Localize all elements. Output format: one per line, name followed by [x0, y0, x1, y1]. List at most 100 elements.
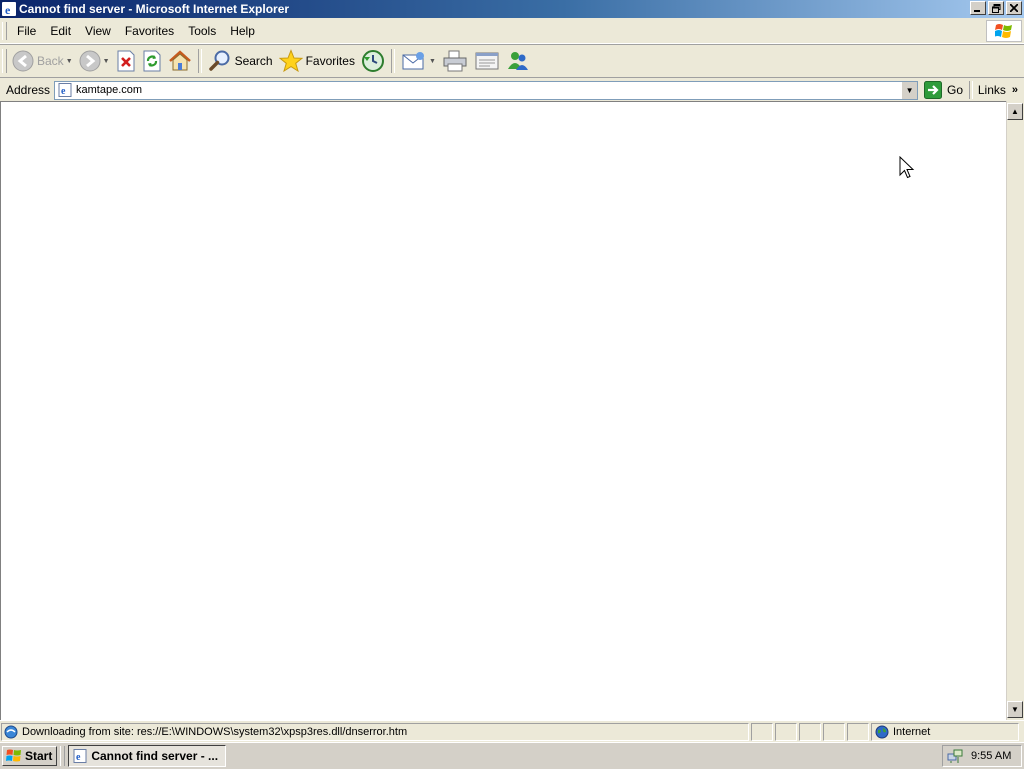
links-toolbar[interactable]: Links » — [968, 81, 1018, 99]
back-arrow-icon — [12, 50, 34, 72]
status-pane-progress — [751, 723, 773, 741]
stop-icon — [117, 50, 135, 72]
menu-tools[interactable]: Tools — [181, 20, 223, 42]
status-pane-security — [775, 723, 797, 741]
back-button[interactable]: Back ▼ — [9, 47, 76, 75]
edit-button[interactable] — [471, 47, 503, 75]
media-history-button[interactable] — [358, 47, 388, 75]
status-bar: Downloading from site: res://E:\WINDOWS\… — [0, 720, 1024, 743]
system-tray: 9:55 AM — [942, 745, 1022, 767]
mouse-cursor-icon — [899, 156, 915, 179]
security-zone-label: Internet — [893, 726, 931, 738]
svg-text:e: e — [76, 752, 81, 763]
ie-page-icon: e — [58, 83, 72, 97]
links-label: Links — [977, 83, 1006, 97]
restore-icon — [991, 3, 1000, 13]
status-text-pane: Downloading from site: res://E:\WINDOWS\… — [1, 723, 749, 741]
history-icon — [361, 50, 384, 72]
messenger-people-icon — [507, 52, 528, 70]
title-bar[interactable]: e Cannot find server - Microsoft Interne… — [0, 0, 1024, 18]
menu-bar: File Edit View Favorites Tools Help — [0, 19, 1024, 44]
links-separator — [968, 81, 973, 99]
svg-text:e: e — [61, 86, 66, 97]
go-arrow-icon — [924, 81, 943, 99]
address-input[interactable] — [76, 84, 897, 96]
mail-button[interactable]: ▼ — [398, 47, 439, 75]
search-label: Search — [234, 54, 273, 68]
toolbar-separator — [197, 49, 202, 73]
menu-grip[interactable] — [2, 22, 7, 40]
home-button[interactable] — [165, 47, 195, 75]
status-text: Downloading from site: res://E:\WINDOWS\… — [22, 726, 408, 738]
menu-help[interactable]: Help — [223, 20, 262, 42]
taskbar-window-label: Cannot find server - ... — [91, 749, 219, 763]
forward-dropdown-icon[interactable]: ▼ — [103, 58, 110, 65]
menu-file[interactable]: File — [10, 20, 43, 42]
internet-explorer-icon: e — [2, 2, 16, 16]
taskbar-grip[interactable] — [60, 746, 66, 766]
address-dropdown-button[interactable]: ▼ — [901, 81, 918, 99]
taskbar-window-button[interactable]: e Cannot find server - ... — [68, 745, 227, 767]
toolbar-grip[interactable] — [2, 49, 7, 73]
messenger-button[interactable] — [503, 47, 533, 75]
address-label: Address — [6, 83, 51, 97]
print-button[interactable] — [439, 47, 471, 75]
svg-text:e: e — [5, 3, 11, 16]
forward-arrow-icon — [79, 50, 101, 72]
windows-flag-icon — [6, 749, 21, 762]
toolbar-separator — [390, 49, 395, 73]
network-icon[interactable] — [947, 748, 963, 764]
scroll-up-button[interactable]: ▲ — [1007, 103, 1023, 120]
forward-button[interactable]: ▼ — [76, 47, 113, 75]
favorites-button[interactable]: Favorites — [276, 47, 358, 75]
back-label: Back — [37, 54, 64, 68]
arrow-up-icon: ▲ — [1011, 107, 1019, 116]
start-button[interactable]: Start — [2, 746, 58, 766]
ie-page-icon: e — [73, 749, 87, 763]
edit-page-icon — [475, 52, 499, 70]
restore-button[interactable] — [988, 1, 1004, 15]
window-title: Cannot find server - Microsoft Internet … — [19, 2, 290, 16]
windows-logo-throbber — [986, 20, 1022, 42]
globe-icon — [875, 725, 889, 739]
search-button[interactable]: Search — [205, 47, 276, 75]
status-pane-privacy — [799, 723, 821, 741]
page-content[interactable] — [0, 101, 1007, 720]
stop-button[interactable] — [113, 47, 139, 75]
security-zone-pane[interactable]: Internet — [871, 723, 1019, 741]
menu-edit[interactable]: Edit — [43, 20, 78, 42]
address-field[interactable]: e ▼ — [54, 80, 919, 100]
window-controls — [968, 1, 1022, 15]
clock[interactable]: 9:55 AM — [971, 750, 1011, 762]
chevron-down-icon: ▼ — [905, 85, 914, 95]
taskbar: Start e Cannot find server - ... 9:55 AM — [0, 742, 1024, 769]
favorites-star-icon — [278, 49, 303, 73]
close-icon — [1010, 4, 1018, 12]
close-button[interactable] — [1006, 1, 1022, 15]
status-pane-popup — [823, 723, 845, 741]
arrow-down-icon: ▼ — [1011, 705, 1019, 714]
scroll-down-button[interactable]: ▼ — [1007, 701, 1023, 718]
refresh-button[interactable] — [139, 47, 165, 75]
refresh-icon — [143, 50, 161, 72]
mail-dropdown-icon[interactable]: ▼ — [429, 58, 436, 65]
start-label: Start — [25, 749, 53, 763]
vertical-scrollbar[interactable]: ▲ ▼ — [1006, 101, 1024, 720]
favorites-label: Favorites — [305, 54, 355, 68]
back-dropdown-icon[interactable]: ▼ — [66, 58, 73, 65]
minimize-button[interactable] — [970, 1, 986, 15]
mail-envelope-icon — [402, 52, 424, 70]
address-bar: Address e ▼ Go Links » — [0, 77, 1024, 102]
menu-favorites[interactable]: Favorites — [118, 20, 181, 42]
home-icon — [168, 50, 191, 71]
status-pane-offline — [847, 723, 869, 741]
minimize-icon — [974, 10, 980, 12]
printer-icon — [443, 50, 467, 72]
go-button[interactable]: Go — [924, 81, 963, 99]
windows-flag-icon — [995, 24, 1012, 38]
menu-view[interactable]: View — [78, 20, 118, 42]
chevron-right-icon[interactable]: » — [1012, 84, 1018, 96]
search-icon — [208, 50, 230, 71]
ie-loading-icon — [4, 725, 18, 739]
standard-toolbar: Back ▼ ▼ Search Favorites ▼ — [0, 44, 1024, 78]
